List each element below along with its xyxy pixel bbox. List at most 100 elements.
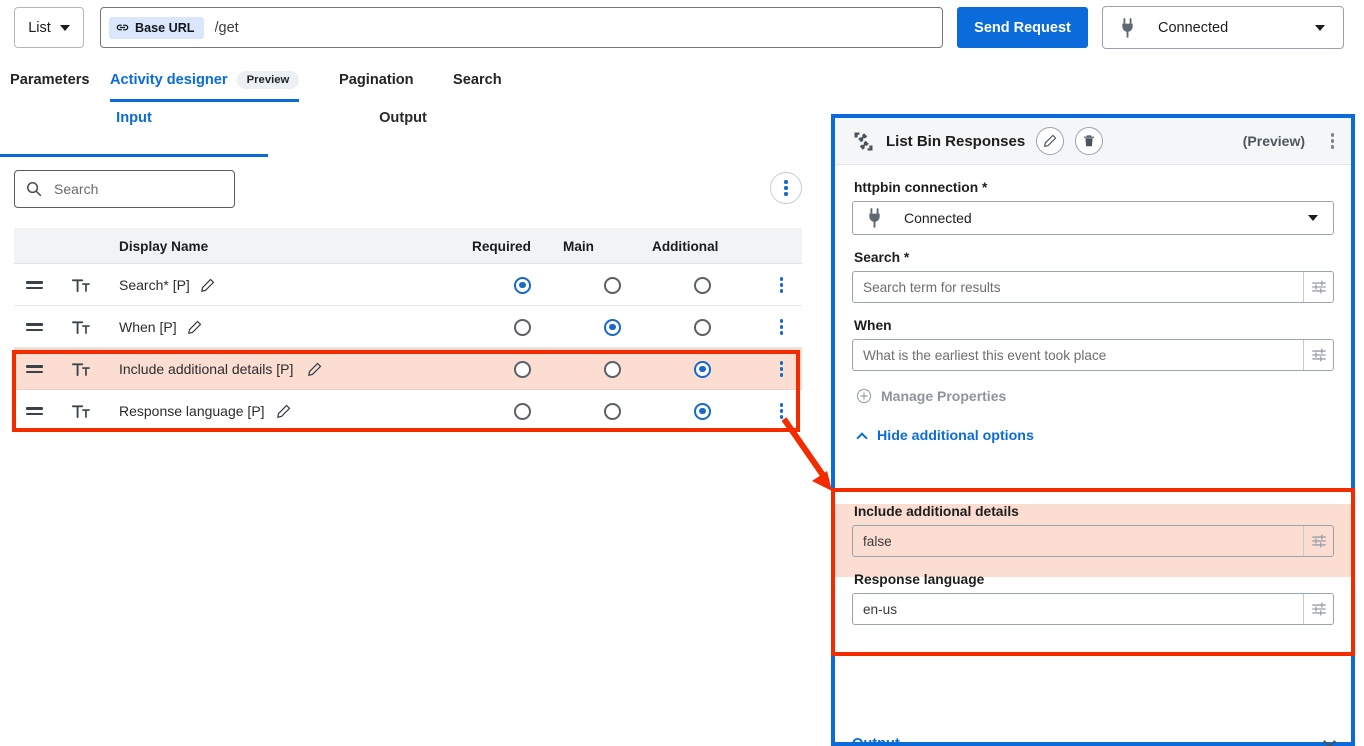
panel-body: httpbin connection * Connected Search * … [835, 180, 1351, 746]
manage-properties-button[interactable]: Manage Properties [856, 388, 1334, 404]
pencil-icon[interactable] [187, 320, 202, 335]
radio-additional[interactable] [694, 402, 711, 420]
hide-additional-options-label: Hide additional options [877, 428, 1034, 444]
tune-sliders-icon [1311, 280, 1326, 294]
tune-sliders-icon[interactable] [1303, 340, 1333, 370]
column-header-additional: Additional [652, 238, 719, 254]
active-tab-underline [110, 99, 300, 102]
drag-handle-icon[interactable] [26, 322, 43, 332]
radio-main[interactable] [604, 402, 621, 420]
send-request-button[interactable]: Send Request [957, 7, 1088, 48]
pencil-icon[interactable] [307, 362, 322, 377]
panel-title: List Bin Responses [886, 132, 1026, 150]
when-field-placeholder: What is the earliest this event took pla… [863, 347, 1107, 363]
search-field[interactable]: Search term for results [852, 271, 1334, 303]
active-io-tab-underline [0, 154, 268, 157]
row-menu-icon[interactable] [780, 361, 784, 377]
search-input-wrapper[interactable] [14, 170, 235, 208]
search-input[interactable] [52, 180, 212, 198]
radio-required[interactable] [514, 402, 531, 420]
panel-menu-button[interactable] [1330, 133, 1334, 149]
row-menu-icon[interactable] [780, 277, 784, 293]
connection-select-value: Connected [1158, 19, 1229, 36]
include-additional-details-field[interactable]: false [852, 525, 1334, 557]
plug-icon [1122, 17, 1133, 38]
radio-required[interactable] [514, 318, 531, 336]
tab-activity-designer[interactable]: Activity designer Preview [110, 60, 300, 102]
base-url-chip[interactable]: Base URL [109, 16, 204, 39]
additional-options-callout: Include additional details false Respons… [831, 488, 1355, 656]
output-toggle[interactable]: Output [852, 735, 1342, 746]
main-tabs: Parameters Activity designer Preview Pag… [0, 60, 830, 102]
radio-main[interactable] [604, 276, 621, 294]
delete-activity-button[interactable] [1075, 127, 1104, 155]
table-row[interactable]: When [P] [14, 306, 802, 348]
output-section-label: Output [852, 736, 900, 746]
response-language-label: Response language [854, 572, 985, 587]
tune-sliders-icon[interactable] [1303, 594, 1333, 624]
radio-required[interactable] [514, 276, 531, 294]
chevron-down-icon [1315, 24, 1325, 31]
link-icon [116, 24, 129, 31]
edit-activity-button[interactable] [1036, 127, 1065, 155]
column-header-required: Required [472, 238, 531, 254]
hide-additional-options-button[interactable]: Hide additional options [856, 428, 1334, 444]
pencil-icon[interactable] [200, 278, 215, 293]
plug-icon [869, 208, 880, 228]
panel-connection-select[interactable]: Connected [852, 201, 1334, 235]
trash-icon [1083, 135, 1095, 147]
response-language-value: en-us [863, 601, 898, 617]
radio-main[interactable] [604, 360, 621, 378]
method-select[interactable]: List [14, 7, 84, 48]
row-menu-icon[interactable] [780, 319, 784, 335]
radio-additional[interactable] [694, 318, 711, 336]
radio-additional[interactable] [694, 360, 711, 378]
tab-search[interactable]: Search [453, 60, 502, 100]
pencil-icon[interactable] [276, 404, 291, 419]
url-path-input[interactable] [212, 18, 913, 37]
kebab-menu-icon [784, 180, 788, 196]
search-field-placeholder: Search term for results [863, 279, 1001, 295]
table-header-row: Display Name Required Main Additional [14, 228, 802, 264]
chevron-down-icon [1308, 215, 1318, 221]
tune-sliders-icon [1311, 602, 1326, 616]
connection-field-label: httpbin connection * [854, 180, 988, 195]
tab-parameters[interactable]: Parameters [10, 60, 90, 100]
tab-pagination[interactable]: Pagination [339, 60, 414, 100]
tab-search-label: Search [453, 72, 502, 88]
table-row[interactable]: Search* [P] [14, 264, 802, 306]
table-row[interactable]: Response language [P] [14, 390, 802, 432]
chevron-down-icon [1323, 735, 1336, 746]
connection-select[interactable]: Connected [1102, 6, 1344, 49]
drag-handle-icon[interactable] [26, 280, 43, 290]
text-type-icon [72, 320, 90, 334]
tab-parameters-label: Parameters [10, 72, 90, 88]
tab-activity-designer-label: Activity designer [110, 72, 228, 88]
method-select-label: List [28, 19, 51, 36]
when-field[interactable]: What is the earliest this event took pla… [852, 339, 1334, 371]
tab-input-label: Input [116, 110, 152, 126]
search-icon [27, 182, 42, 197]
radio-main[interactable] [604, 318, 621, 336]
manage-properties-label: Manage Properties [881, 388, 1007, 404]
include-additional-details-value: false [863, 533, 892, 549]
activity-icon [854, 131, 873, 151]
url-input-bar[interactable]: Base URL [100, 7, 943, 48]
radio-additional[interactable] [694, 276, 711, 294]
preview-label: (Preview) [1242, 133, 1305, 149]
tune-sliders-icon[interactable] [1303, 526, 1333, 556]
properties-table: Display Name Required Main Additional Se… [14, 228, 802, 432]
io-tabs: Input Output [0, 110, 810, 157]
table-row[interactable]: Include additional details [P] [14, 348, 802, 390]
plus-circle-icon [856, 388, 872, 404]
tune-sliders-icon[interactable] [1303, 272, 1333, 302]
top-toolbar: List Base URL Send Request Connected [0, 0, 1364, 54]
radio-required[interactable] [514, 360, 531, 378]
tab-output[interactable]: Output [268, 110, 538, 146]
drag-handle-icon[interactable] [26, 406, 43, 416]
drag-handle-icon[interactable] [26, 364, 43, 374]
row-menu-icon[interactable] [780, 403, 784, 419]
tab-input[interactable]: Input [0, 110, 268, 146]
table-options-button[interactable] [770, 172, 802, 204]
response-language-field[interactable]: en-us [852, 593, 1334, 625]
